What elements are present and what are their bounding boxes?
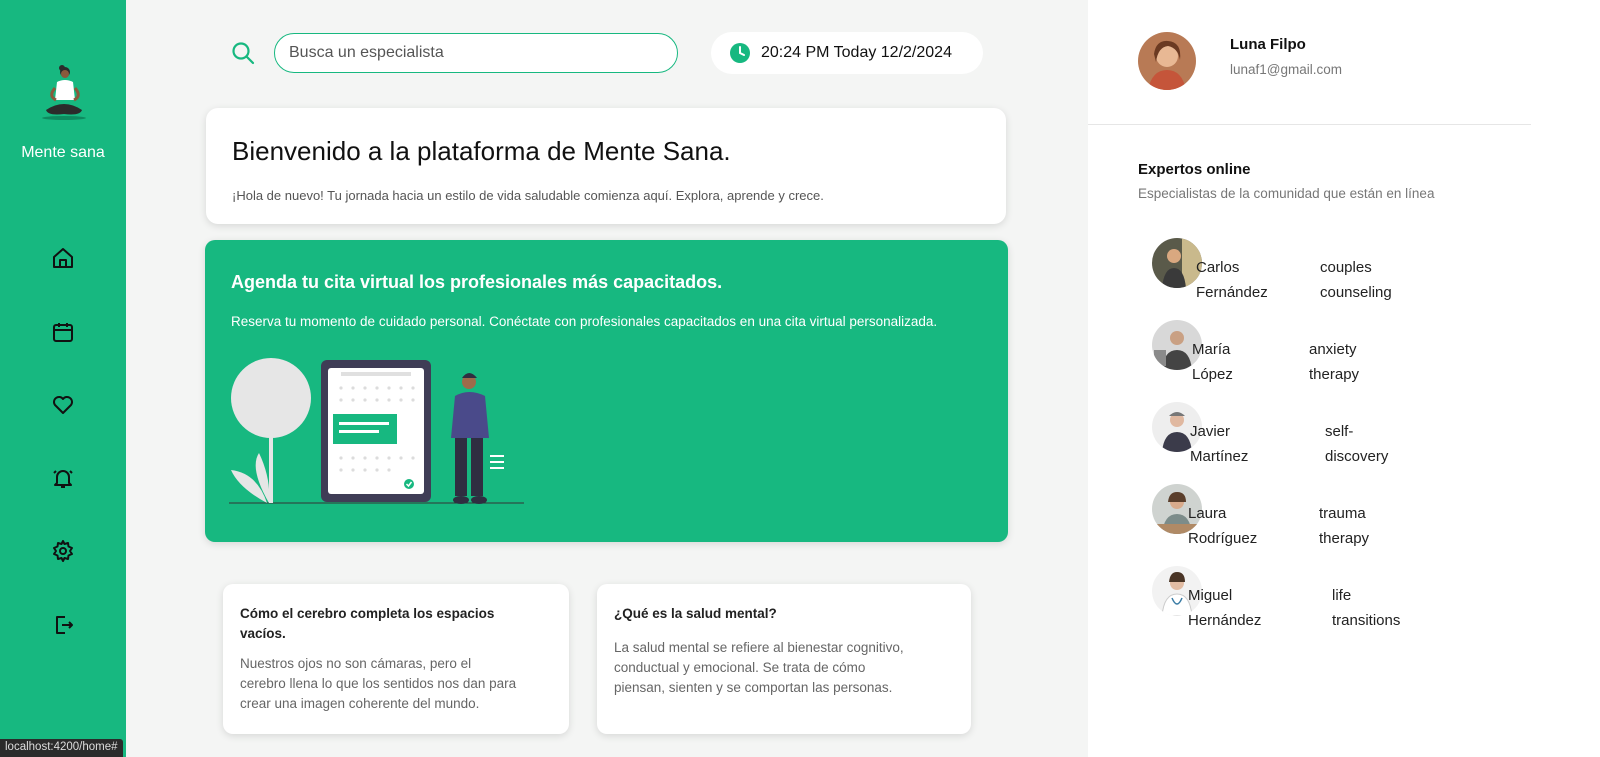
nav-home[interactable] <box>47 242 79 274</box>
expert-name: María López <box>1192 341 1233 383</box>
expert-specialty: trauma therapy <box>1319 505 1370 547</box>
expert-name: Carlos Fernández <box>1196 259 1268 301</box>
expert-specialty: couples counseling <box>1320 259 1392 301</box>
expert-avatar <box>1152 238 1202 288</box>
expert-name: Laura Rodríguez <box>1188 505 1258 547</box>
banner-text: Reserva tu momento de cuidado personal. … <box>231 314 938 329</box>
expert-item[interactable]: María López anxiety therapy <box>1152 320 1532 390</box>
calendar-icon <box>53 323 73 342</box>
home-icon <box>53 248 73 268</box>
banner-title: Agenda tu cita virtual los profesionales… <box>231 272 723 292</box>
datetime-text: 20:24 PM Today 12/2/2024 <box>761 44 952 61</box>
article-title: Cómo el cerebro completa los espacios va… <box>240 606 495 641</box>
browser-status-url: localhost:4200/home# <box>0 739 123 757</box>
expert-specialty: self-discovery <box>1325 423 1389 465</box>
meditation-logo-icon <box>42 65 86 120</box>
profile-avatar[interactable] <box>1138 32 1196 90</box>
brand-name: Mente sana <box>21 144 105 161</box>
logout-icon <box>56 616 73 634</box>
divider <box>1088 124 1531 125</box>
datetime-pill: 20:24 PM Today 12/2/2024 <box>711 32 983 74</box>
bell-icon <box>53 470 73 488</box>
appointment-illustration <box>229 358 524 504</box>
expert-item[interactable]: Javier Martínez self-discovery <box>1152 402 1532 472</box>
expert-specialty: life transitions <box>1332 587 1401 629</box>
nav-favorites[interactable] <box>47 389 79 421</box>
expert-name: Javier Martínez <box>1190 423 1249 465</box>
search-icon[interactable] <box>230 40 256 66</box>
main-content: 20:24 PM Today 12/2/2024 Bienvenido a la… <box>126 0 1088 757</box>
clock-icon <box>730 43 750 63</box>
nav-calendar[interactable] <box>47 316 79 348</box>
welcome-card: Bienvenido a la plataforma de Mente Sana… <box>206 108 1006 224</box>
experts-subtitle: Especialistas de la comunidad que están … <box>1138 186 1435 201</box>
expert-name: Miguel Hernández <box>1188 587 1262 629</box>
welcome-title: Bienvenido a la plataforma de Mente Sana… <box>232 136 731 166</box>
expert-item[interactable]: Laura Rodríguez trauma therapy <box>1152 484 1532 554</box>
profile-name: Luna Filpo <box>1230 36 1306 53</box>
nav-logout[interactable] <box>47 609 79 641</box>
article-body: Nuestros ojos no son cámaras, pero el ce… <box>240 656 517 711</box>
article-title: ¿Qué es la salud mental? <box>614 606 777 621</box>
expert-specialty: anxiety therapy <box>1309 341 1360 383</box>
heart-icon <box>53 396 73 414</box>
nav-notifications[interactable] <box>47 462 79 494</box>
expert-item[interactable]: Miguel Hernández life transitions <box>1152 566 1532 636</box>
search-input[interactable] <box>274 33 678 73</box>
article-card-brain[interactable]: Cómo el cerebro completa los espacios va… <box>223 584 569 734</box>
right-panel: Luna Filpo lunaf1@gmail.com Expertos onl… <box>1088 0 1600 757</box>
article-body: La salud mental se refiere al bienestar … <box>614 640 904 695</box>
welcome-subtitle: ¡Hola de nuevo! Tu jornada hacia un esti… <box>232 188 824 203</box>
expert-item[interactable]: Carlos Fernández couples counseling <box>1152 238 1532 308</box>
article-card-mental-health[interactable]: ¿Qué es la salud mental? La salud mental… <box>597 584 971 734</box>
gear-icon <box>53 540 73 562</box>
appointment-banner[interactable]: Agenda tu cita virtual los profesionales… <box>205 240 1008 542</box>
sidebar: Mente sana <box>0 0 126 757</box>
profile-email: lunaf1@gmail.com <box>1230 62 1343 77</box>
nav-settings[interactable] <box>47 535 79 567</box>
experts-title: Expertos online <box>1138 161 1251 178</box>
